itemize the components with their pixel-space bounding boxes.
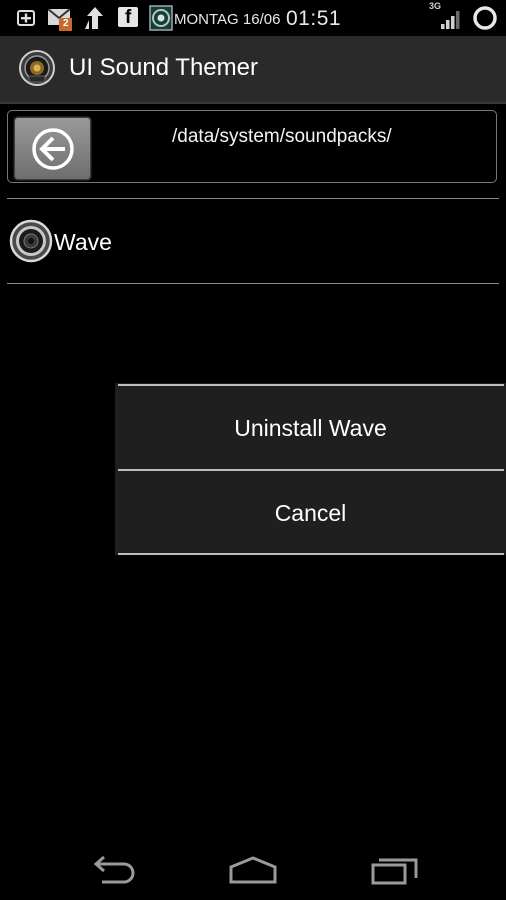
speaker-icon [9,219,53,263]
status-time: 01:51 [286,7,342,30]
divider [7,198,499,199]
gmail-icon: 2 [47,7,72,31]
status-bar: 2 f MONTAG 16/06 01:51 3G [0,0,506,36]
facebook-icon: f [118,7,138,28]
menu-separator [118,553,504,555]
signal-icon [441,11,460,29]
nav-recents-icon[interactable] [370,856,420,886]
app-notification-icon [149,5,173,31]
nav-back-icon[interactable] [90,854,136,886]
mail-count-badge: 2 [63,18,69,29]
divider [7,283,499,284]
add-box-icon [17,10,35,26]
uninstall-menu-item[interactable]: Uninstall Wave [115,386,506,470]
speaker-app-icon[interactable] [19,50,55,86]
context-menu: Uninstall Wave Cancel [115,383,506,555]
list-item-label: Wave [54,229,112,255]
action-bar: UI Sound Themer [0,36,506,104]
status-date: MONTAG 16/06 [174,11,281,28]
back-arrow-icon [32,128,74,170]
path-bar: /data/system/soundpacks/ [7,110,497,183]
list-item[interactable]: Wave [0,201,506,283]
circle-status-icon [473,6,497,30]
app-title: UI Sound Themer [69,54,258,81]
nav-home-icon[interactable] [228,856,278,884]
cancel-menu-item[interactable]: Cancel [115,471,506,555]
navigation-bar [0,840,506,900]
back-button[interactable] [14,117,91,180]
current-path: /data/system/soundpacks/ [172,126,392,147]
upload-icon [85,7,103,29]
